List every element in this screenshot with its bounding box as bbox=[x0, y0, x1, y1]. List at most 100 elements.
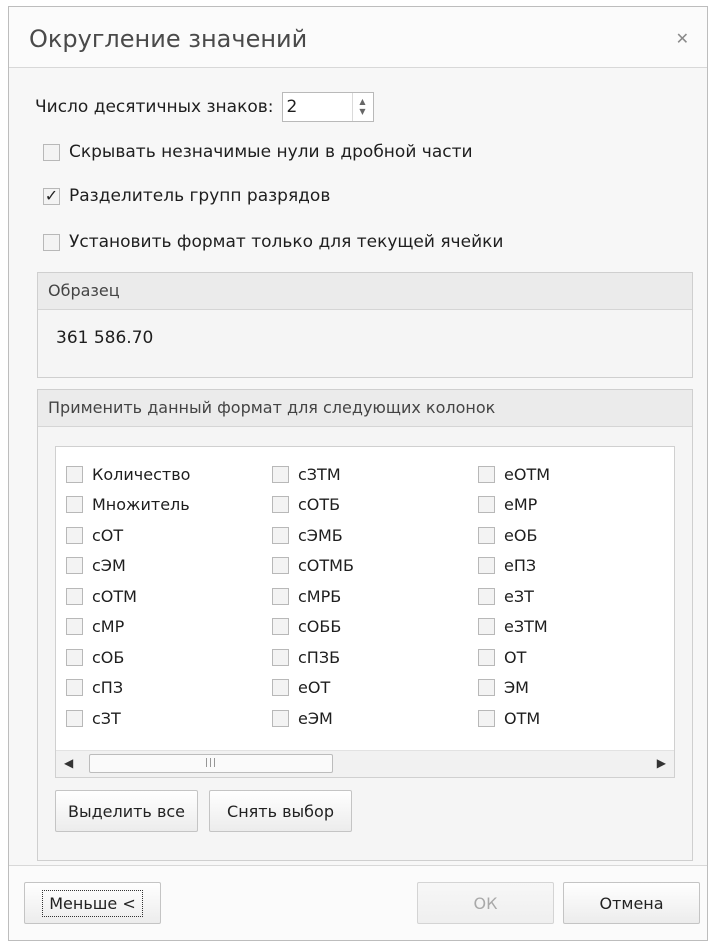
group-separator-checkbox[interactable]: ✓ bbox=[43, 187, 60, 205]
list-item-label: сМР bbox=[92, 617, 125, 637]
clear-selection-button[interactable]: Снять выбор bbox=[209, 790, 352, 832]
list-item-label: Множитель bbox=[92, 495, 190, 515]
list-item[interactable]: сОББ bbox=[272, 612, 354, 643]
column-checkbox[interactable] bbox=[66, 679, 83, 697]
dialog-title: Округление значений bbox=[29, 25, 308, 53]
column-checkbox[interactable] bbox=[66, 526, 83, 544]
list-item-label: еПЗ bbox=[504, 556, 537, 576]
option-current-cell[interactable]: Установить формат только для текущей яче… bbox=[43, 232, 503, 252]
select-all-button[interactable]: Выделить все bbox=[55, 790, 198, 832]
list-item[interactable]: еОТМ bbox=[478, 459, 550, 490]
option-hide-zeros[interactable]: Скрывать незначимые нули в дробной части bbox=[43, 142, 473, 162]
chevron-up-icon[interactable]: ▲ bbox=[359, 97, 365, 107]
list-item[interactable]: сОТ bbox=[66, 520, 190, 551]
less-button[interactable]: Меньше < bbox=[24, 882, 161, 924]
list-item[interactable]: еЗТ bbox=[478, 581, 550, 612]
list-item-label: сЗТМ bbox=[298, 464, 341, 484]
list-item[interactable]: ОТ bbox=[478, 642, 550, 673]
list-item[interactable]: еЭМ bbox=[272, 703, 354, 734]
column-checkbox[interactable] bbox=[272, 679, 289, 697]
column-checkbox[interactable] bbox=[66, 465, 83, 483]
column-list-3: еОТМ еМР еОБ еПЗ еЗТ еЗТМ ОТ ЭМ ОТМ bbox=[478, 459, 550, 734]
group-separator-label: Разделитель групп разрядов bbox=[69, 186, 331, 206]
list-item[interactable]: сЗТ bbox=[66, 703, 190, 734]
title-bar: Округление значений ✕ bbox=[9, 7, 707, 67]
column-checkbox[interactable] bbox=[478, 526, 495, 544]
column-checkbox[interactable] bbox=[478, 496, 495, 514]
list-item[interactable]: сПЗ bbox=[66, 673, 190, 704]
list-item[interactable]: сЭМ bbox=[66, 551, 190, 582]
list-item[interactable]: сОТМБ bbox=[272, 551, 354, 582]
arrow-left-icon[interactable]: ◀ bbox=[64, 756, 73, 770]
column-checkbox[interactable] bbox=[272, 496, 289, 514]
column-checkbox[interactable] bbox=[66, 587, 83, 605]
column-checkbox[interactable] bbox=[478, 465, 495, 483]
column-checkbox[interactable] bbox=[272, 526, 289, 544]
column-checkbox[interactable] bbox=[272, 648, 289, 666]
column-list-1: Количество Множитель сОТ сЭМ сОТМ сМР сО… bbox=[66, 459, 190, 734]
rounding-dialog: Округление значений ✕ Число десятичных з… bbox=[8, 6, 708, 941]
decimal-places-label: Число десятичных знаков: bbox=[35, 97, 274, 117]
column-checkbox[interactable] bbox=[66, 648, 83, 666]
list-item[interactable]: сПЗБ bbox=[272, 642, 354, 673]
list-item[interactable]: сМРБ bbox=[272, 581, 354, 612]
column-checkbox[interactable] bbox=[272, 709, 289, 727]
list-item-label: ЭМ bbox=[504, 678, 529, 698]
spinner-buttons[interactable]: ▲ ▼ bbox=[351, 93, 373, 121]
option-group-separator[interactable]: ✓ Разделитель групп разрядов bbox=[43, 186, 330, 206]
list-item[interactable]: еОТ bbox=[272, 673, 354, 704]
decimal-places-row: Число десятичных знаков: 2 ▲ ▼ bbox=[35, 92, 374, 122]
list-item[interactable]: ЭМ bbox=[478, 673, 550, 704]
list-item-label: ОТМ bbox=[504, 708, 541, 728]
column-checkbox[interactable] bbox=[478, 587, 495, 605]
list-item[interactable]: сОТМ bbox=[66, 581, 190, 612]
decimal-places-spinner[interactable]: 2 ▲ ▼ bbox=[281, 92, 374, 122]
arrow-right-icon[interactable]: ▶ bbox=[657, 756, 666, 770]
list-item-label: сОБ bbox=[92, 647, 125, 667]
list-item[interactable]: еПЗ bbox=[478, 551, 550, 582]
list-item-label: Количество bbox=[92, 464, 191, 484]
column-checkbox[interactable] bbox=[66, 618, 83, 636]
list-item[interactable]: сОБ bbox=[66, 642, 190, 673]
list-item-label: сМРБ bbox=[298, 586, 342, 606]
close-icon[interactable]: ✕ bbox=[676, 29, 689, 48]
column-checkbox[interactable] bbox=[272, 618, 289, 636]
sample-group: Образец 361 586.70 bbox=[37, 272, 693, 378]
list-item[interactable]: сЭМБ bbox=[272, 520, 354, 551]
list-item-label: еОТМ bbox=[504, 464, 551, 484]
column-checkbox[interactable] bbox=[272, 465, 289, 483]
column-checkbox[interactable] bbox=[478, 618, 495, 636]
ok-button[interactable]: ОК bbox=[417, 882, 554, 924]
list-item-label: сЭМ bbox=[92, 556, 126, 576]
column-checkbox[interactable] bbox=[66, 557, 83, 575]
list-item[interactable]: Множитель bbox=[66, 490, 190, 521]
sample-header: Образец bbox=[38, 273, 692, 310]
column-checkbox[interactable] bbox=[478, 679, 495, 697]
column-checkbox[interactable] bbox=[478, 557, 495, 575]
list-item[interactable]: сЗТМ bbox=[272, 459, 354, 490]
list-item[interactable]: сМР bbox=[66, 612, 190, 643]
column-checkbox[interactable] bbox=[66, 496, 83, 514]
list-item[interactable]: ОТМ bbox=[478, 703, 550, 734]
hide-zeros-checkbox[interactable] bbox=[43, 143, 60, 161]
column-checkbox[interactable] bbox=[272, 557, 289, 575]
list-item[interactable]: сОТБ bbox=[272, 490, 354, 521]
list-item[interactable]: еОБ bbox=[478, 520, 550, 551]
list-item[interactable]: еЗТМ bbox=[478, 612, 550, 643]
chevron-down-icon[interactable]: ▼ bbox=[359, 107, 365, 117]
list-item-label: еЗТМ bbox=[504, 617, 548, 637]
cancel-button[interactable]: Отмена bbox=[563, 882, 700, 924]
column-checkbox[interactable] bbox=[478, 648, 495, 666]
decimal-places-input[interactable]: 2 bbox=[283, 93, 352, 121]
column-checkbox[interactable] bbox=[66, 709, 83, 727]
scrollbar-thumb[interactable]: ||| bbox=[89, 754, 333, 773]
current-cell-checkbox[interactable] bbox=[43, 233, 60, 251]
horizontal-scrollbar[interactable]: ◀ ||| ▶ bbox=[56, 750, 674, 777]
column-checkbox[interactable] bbox=[272, 587, 289, 605]
dialog-footer: Меньше < ОК Отмена bbox=[9, 866, 707, 940]
columns-group: Применить данный формат для следующих ко… bbox=[37, 389, 693, 861]
columns-list[interactable]: Количество Множитель сОТ сЭМ сОТМ сМР сО… bbox=[55, 446, 675, 778]
column-checkbox[interactable] bbox=[478, 709, 495, 727]
list-item[interactable]: Количество bbox=[66, 459, 190, 490]
list-item[interactable]: еМР bbox=[478, 490, 550, 521]
